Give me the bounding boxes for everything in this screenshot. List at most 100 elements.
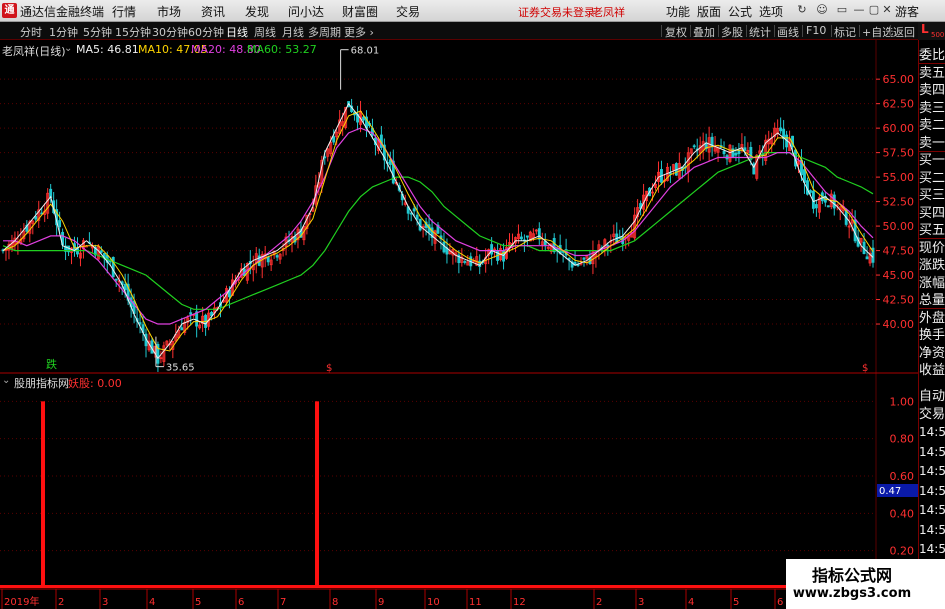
- order-book-item[interactable]: 换手: [919, 324, 945, 343]
- guest-user[interactable]: 游客: [895, 3, 919, 20]
- order-book-item[interactable]: 委比: [919, 44, 945, 63]
- marker-s: $: [862, 363, 868, 374]
- order-book-item[interactable]: 涨跌: [919, 254, 945, 273]
- order-book-item[interactable]: 净资: [919, 342, 945, 361]
- period-weekly[interactable]: 周线: [254, 24, 276, 40]
- period-1min[interactable]: 1分钟: [49, 24, 78, 40]
- order-book-item[interactable]: 卖二: [919, 114, 945, 133]
- order-book-item[interactable]: 收益: [919, 359, 945, 378]
- order-book-item[interactable]: 外盘: [919, 307, 945, 326]
- candle-body: [582, 257, 586, 260]
- menu-options[interactable]: 选项: [759, 3, 783, 20]
- btn-overlay[interactable]: 叠加: [693, 24, 715, 40]
- btn-back[interactable]: 返回: [893, 24, 915, 40]
- chart-area[interactable]: 65.00 62.50 60.00 57.50 55.00 52.50 50.00 47.50…: [0, 40, 918, 609]
- period-intraday[interactable]: 分时: [20, 24, 42, 40]
- order-book-item[interactable]: 买二: [919, 167, 945, 186]
- menu-discover[interactable]: 发现: [245, 3, 269, 20]
- period-daily[interactable]: 日线: [226, 24, 248, 40]
- chevron-down-icon[interactable]: ⌄: [2, 375, 10, 386]
- x-tick-label: 8: [332, 597, 338, 608]
- menu-news[interactable]: 资讯: [201, 3, 225, 20]
- order-book-item[interactable]: 买五: [919, 219, 945, 238]
- trade-panel-item[interactable]: 交易: [919, 403, 945, 422]
- x-tick-label: 3: [102, 597, 108, 608]
- stock-period-label: 老凤祥(日线): [2, 45, 66, 58]
- trade-login-status[interactable]: 证券交易未登录: [518, 4, 595, 20]
- price-tick-label: 57.50: [883, 147, 915, 160]
- chart-labels: 68.01 35.65 跌 $ $: [46, 46, 868, 374]
- indicator-current-value: 0.47: [879, 486, 901, 497]
- smiley-icon[interactable]: ☺: [815, 3, 829, 17]
- candle-body: [803, 169, 806, 183]
- period-5min[interactable]: 5分钟: [83, 24, 112, 40]
- tick-time: 14:56: [919, 522, 945, 537]
- phone-icon[interactable]: ▭: [835, 3, 849, 17]
- order-book-item[interactable]: 卖五: [919, 62, 945, 81]
- x-tick-label: 9: [378, 597, 384, 608]
- app-title: 通达信金融终端: [20, 5, 105, 19]
- indicator-tick-label: 0.80: [890, 433, 915, 446]
- price-tick-label: 55.00: [883, 171, 915, 184]
- menu-trade[interactable]: 交易: [396, 3, 420, 20]
- period-60min[interactable]: 60分钟: [188, 24, 224, 40]
- x-tick-label: 3: [638, 597, 644, 608]
- price-tick-label: 65.00: [883, 73, 915, 86]
- period-30min[interactable]: 30分钟: [152, 24, 188, 40]
- candle-body: [525, 235, 529, 238]
- order-book-item[interactable]: 卖一: [919, 132, 945, 151]
- btn-adjust-price[interactable]: 复权: [665, 24, 687, 40]
- order-book-item[interactable]: 卖三: [919, 97, 945, 116]
- candle-body: [415, 214, 419, 220]
- maximize-icon[interactable]: ▢: [867, 3, 881, 17]
- btn-mark[interactable]: 标记: [834, 24, 856, 40]
- btn-multi-stock[interactable]: 多股: [721, 24, 743, 40]
- candle-body: [463, 261, 467, 263]
- btn-statistics[interactable]: 统计: [749, 24, 771, 40]
- order-book-item[interactable]: 买三: [919, 184, 945, 203]
- refresh-icon[interactable]: ↻: [795, 3, 809, 17]
- menu-formula[interactable]: 公式: [728, 3, 752, 20]
- x-tick-label: 10: [427, 597, 440, 608]
- indicator-value-label: 妖股: 0.00: [68, 377, 122, 390]
- menu-quotes[interactable]: 行情: [112, 3, 136, 20]
- candle-body: [332, 136, 336, 143]
- toolbar-divider: [746, 25, 747, 37]
- close-icon[interactable]: ✕: [880, 3, 894, 17]
- order-book-item[interactable]: 卖四: [919, 79, 945, 98]
- menu-market[interactable]: 市场: [157, 3, 181, 20]
- candle-body: [114, 278, 118, 281]
- menu-wealth-circle[interactable]: 财富圈: [342, 3, 378, 20]
- menu-layout[interactable]: 版面: [697, 3, 721, 20]
- x-tick-label: 2019年: [4, 595, 39, 608]
- candle-body: [99, 250, 103, 253]
- trade-panel-item[interactable]: 自动: [919, 385, 945, 404]
- x-tick-label: 7: [280, 597, 286, 608]
- indicator-spike: [41, 401, 45, 588]
- candle-body: [552, 237, 556, 253]
- menu-ask-xiaoda[interactable]: 问小达: [288, 3, 324, 20]
- price-tick-label: 60.00: [883, 122, 915, 135]
- period-15min[interactable]: 15分钟: [115, 24, 151, 40]
- watermark-url: www.zbgs3.com: [792, 586, 912, 601]
- period-multi[interactable]: 多周期: [308, 24, 341, 40]
- candle-body: [123, 284, 127, 291]
- candle-body: [865, 256, 869, 260]
- x-tick-label: 5: [195, 597, 201, 608]
- order-book-item[interactable]: 买一: [919, 149, 945, 168]
- chevron-down-icon[interactable]: ⌄: [64, 43, 72, 54]
- toolbar-divider: [774, 25, 775, 37]
- period-more[interactable]: 更多 ›: [344, 24, 374, 40]
- order-book-item[interactable]: 现价: [919, 237, 945, 256]
- minimize-icon[interactable]: —: [852, 3, 866, 17]
- period-toolbar: 分时 1分钟 5分钟 15分钟 30分钟 60分钟 日线 周线 月线 多周期 更…: [0, 22, 918, 40]
- period-monthly[interactable]: 月线: [282, 24, 304, 40]
- order-book-item[interactable]: 涨幅: [919, 272, 945, 291]
- btn-draw-line[interactable]: 画线: [777, 24, 799, 40]
- order-book-item[interactable]: 总量: [919, 289, 945, 308]
- candle-body: [537, 228, 541, 240]
- menu-functions[interactable]: 功能: [666, 3, 690, 20]
- btn-f10[interactable]: F10: [806, 24, 826, 37]
- btn-add-watchlist[interactable]: +自选: [862, 24, 893, 40]
- order-book-item[interactable]: 买四: [919, 202, 945, 221]
